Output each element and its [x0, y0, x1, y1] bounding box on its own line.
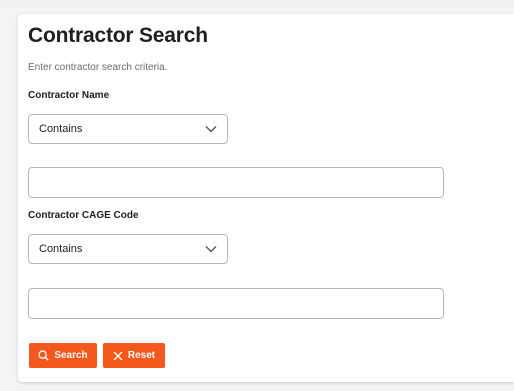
contractor-search-card: Contractor Search Enter contractor searc… [18, 14, 514, 382]
page-top-strip [0, 0, 514, 7]
contractor-name-match-select[interactable]: Contains [28, 114, 228, 144]
cage-code-match-select[interactable]: Contains [28, 234, 228, 264]
page-subtitle: Enter contractor search criteria. [28, 62, 168, 73]
cage-code-input[interactable] [28, 288, 444, 319]
chevron-down-icon [205, 123, 217, 135]
contractor-name-match-value: Contains [39, 123, 83, 135]
reset-button[interactable]: Reset [103, 343, 165, 368]
chevron-down-icon [205, 243, 217, 255]
cage-code-label: Contractor CAGE Code [28, 210, 139, 221]
close-icon [113, 351, 123, 361]
contractor-name-input[interactable] [28, 167, 444, 198]
page-title: Contractor Search [28, 24, 208, 47]
reset-button-label: Reset [127, 350, 156, 361]
search-button-label: Search [54, 350, 88, 361]
search-icon [38, 350, 50, 361]
cage-code-match-value: Contains [39, 243, 83, 255]
search-button[interactable]: Search [29, 343, 97, 368]
contractor-name-label: Contractor Name [28, 90, 110, 101]
